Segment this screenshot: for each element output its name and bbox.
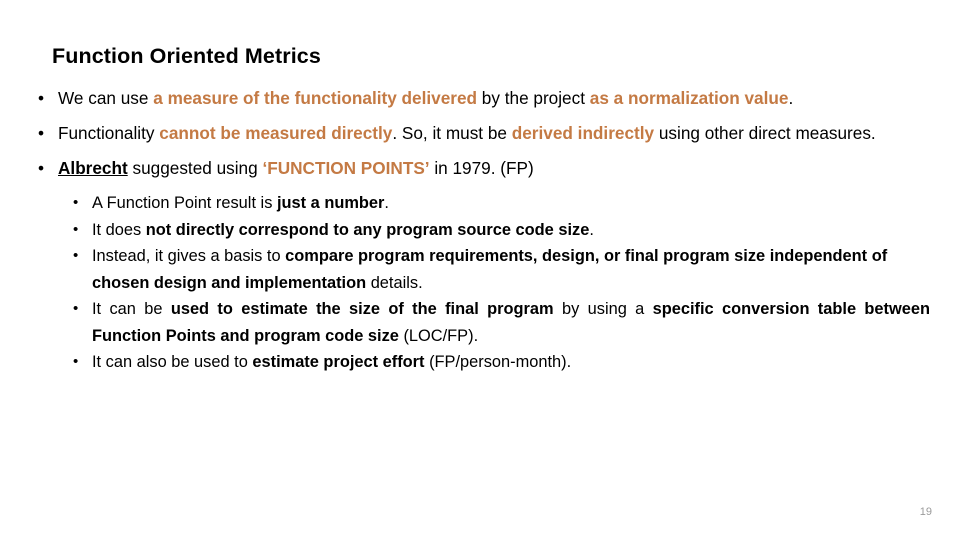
bullet-marker-icon: • [38, 158, 45, 178]
text-run: It can be [92, 300, 171, 318]
bullet-item: • We can use a measure of the functionali… [30, 85, 930, 112]
text-run: Functionality [58, 123, 160, 143]
text-run: Albrecht [58, 158, 128, 178]
text-run: (FP/person-month). [424, 353, 572, 371]
text-run: We can use [58, 88, 154, 108]
bullet-item: • Functionality cannot be measured direct… [30, 120, 930, 147]
text-run: derived indirectly [511, 123, 655, 143]
text-run: a measure of the functionality delivered [153, 88, 478, 108]
text-run: . [788, 88, 794, 108]
text-run: as a normalization value [589, 88, 789, 108]
text-run: . [384, 194, 389, 212]
bullet-marker-icon: • [73, 194, 79, 211]
text-run: cannot be measured directly [159, 123, 393, 143]
text-run: It does [92, 220, 146, 239]
level-one-bullet-list: • We can use a measure of the functionali… [30, 85, 930, 182]
text-run: using other direct measures. [654, 123, 876, 143]
text-run: . So, it must be [392, 123, 512, 143]
text-run: suggested using [127, 158, 263, 178]
slide-canvas: Function Oriented Metrics • We can use a … [0, 0, 960, 540]
sub-bullet-item: • It does not directly correspond to any … [30, 217, 930, 244]
text-run: (LOC/FP). [398, 326, 479, 345]
sub-bullet-item: • It can also be used to estimate project… [30, 349, 930, 376]
text-run: A Function Point result is [92, 194, 277, 212]
bullet-item: • Albrecht suggested using ‘FUNCTION POIN… [30, 155, 930, 182]
bullet-marker-icon: • [73, 247, 79, 264]
text-run: used to estimate the size of the final p… [170, 300, 554, 318]
bullet-marker-icon: • [38, 88, 45, 108]
bullet-marker-icon: • [73, 220, 79, 238]
text-run: just a number [276, 194, 385, 212]
text-run: It can also be used to [92, 353, 253, 371]
slide-body: • We can use a measure of the functionali… [30, 85, 930, 376]
level-two-bullet-list: • A Function Point result is just a numbe… [30, 190, 930, 376]
text-run: Instead, it gives a basis to [92, 247, 286, 265]
sub-bullet-item: • Instead, it gives a basis to compare pr… [30, 243, 930, 296]
text-run: ‘FUNCTION POINTS’ [262, 158, 430, 178]
text-run: details. [366, 273, 423, 292]
text-run: not directly correspond to any program s… [145, 220, 590, 239]
text-run: in 1979. (FP) [429, 158, 534, 178]
bullet-marker-icon: • [73, 300, 79, 317]
text-run: by the project [477, 88, 590, 108]
page-number: 19 [919, 506, 932, 518]
sub-bullet-item: • It can be used to estimate the size of … [30, 296, 930, 349]
sub-bullet-item: • A Function Point result is just a numbe… [30, 190, 930, 217]
bullet-marker-icon: • [38, 123, 45, 143]
bullet-marker-icon: • [73, 353, 79, 370]
text-run: by using a [553, 300, 653, 318]
text-run: . [589, 220, 594, 239]
page-title: Function Oriented Metrics [52, 44, 321, 68]
text-run: estimate project effort [252, 353, 425, 371]
